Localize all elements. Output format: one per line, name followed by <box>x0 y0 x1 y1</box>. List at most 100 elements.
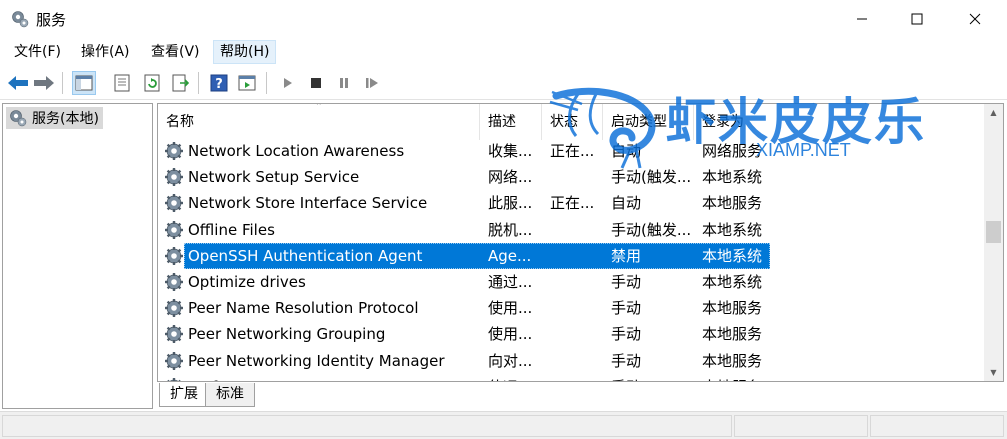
show-tree-icon <box>75 75 93 91</box>
maximize-icon <box>911 13 923 25</box>
column-status[interactable]: 状态 <box>542 104 603 140</box>
status-segment-main <box>2 415 732 437</box>
help-icon: ? <box>210 74 228 92</box>
cell-status <box>542 348 603 374</box>
status-bar <box>0 411 1007 439</box>
service-gear-icon <box>165 142 183 160</box>
status-segment-2 <box>734 415 868 437</box>
services-gear-icon <box>10 110 27 127</box>
cell-startup: 手动(触发... <box>611 168 692 187</box>
cell-status <box>542 295 603 321</box>
cell-name: Offline Files <box>188 220 275 239</box>
title-bar: 服务 <box>0 0 1007 38</box>
cell-status <box>542 321 603 347</box>
refresh-button[interactable] <box>140 71 164 95</box>
export-list-button[interactable] <box>168 71 192 95</box>
table-row[interactable]: Performance Counter DLL Host使远... 手动本地服务 <box>158 374 984 381</box>
service-gear-icon <box>165 351 183 370</box>
export-list-icon <box>172 74 189 92</box>
cell-name: Network Store Interface Service <box>188 194 428 213</box>
cell-name: OpenSSH Authentication Agent <box>188 246 423 265</box>
table-row[interactable]: OpenSSH Authentication Agent Age... 禁用 本地系统 <box>158 242 984 269</box>
menu-help[interactable]: 帮助(H) <box>213 40 277 64</box>
start-service-icon <box>284 78 292 88</box>
cell-status <box>542 374 603 381</box>
table-row[interactable]: Network Setup Service 网络... 手动(触发... 本地系统 <box>158 164 984 190</box>
action-pane-button[interactable] <box>235 71 259 95</box>
cell-name: Performance Counter DLL Host <box>184 374 480 381</box>
tree-item-services-local[interactable]: 服务(本地) <box>6 107 103 129</box>
restart-service-icon <box>366 78 378 88</box>
stop-service-button[interactable] <box>304 71 328 95</box>
cell-logon: 本地服务 <box>702 325 763 344</box>
table-row[interactable]: Peer Networking Grouping 使用... 手动 本地服务 <box>158 321 984 347</box>
properties-button[interactable] <box>110 71 134 95</box>
cell-name: Peer Networking Identity Manager <box>188 351 445 370</box>
scroll-up-button[interactable]: ▲ <box>984 104 1003 121</box>
cell-logon: 本地服务 <box>702 194 763 213</box>
service-gear-icon <box>165 273 183 291</box>
tab-standard[interactable]: 标准 <box>205 383 255 407</box>
pause-service-icon <box>340 78 348 88</box>
cell-desc: 网络... <box>488 168 533 187</box>
cell-desc: Age... <box>488 246 532 265</box>
action-pane-icon <box>238 75 256 91</box>
table-row[interactable]: Offline Files 脱机... 手动(触发... 本地系统 <box>158 217 984 243</box>
cell-status <box>542 217 603 243</box>
cell-startup: 手动 <box>603 374 694 381</box>
minimize-button[interactable] <box>839 0 885 38</box>
close-button[interactable] <box>952 0 998 38</box>
cell-desc: 使远... <box>480 374 542 381</box>
cell-logon: 本地系统 <box>702 246 763 265</box>
column-description[interactable]: 描述 <box>480 104 542 140</box>
back-button[interactable] <box>6 71 30 95</box>
cell-desc: 收集... <box>488 142 533 160</box>
service-gear-icon <box>165 246 183 265</box>
close-icon <box>969 13 981 25</box>
cell-desc: 向对... <box>488 351 533 370</box>
column-header: ⌃ 名称 描述 状态 启动类型 登录为 <box>158 104 984 140</box>
back-arrow-icon <box>8 76 28 90</box>
pause-service-button[interactable] <box>332 71 356 95</box>
scroll-down-button[interactable]: ▼ <box>984 364 1003 381</box>
cell-status: 正在... <box>550 194 595 213</box>
cell-desc: 通过... <box>488 273 533 291</box>
properties-icon <box>114 74 130 92</box>
scroll-thumb[interactable] <box>986 221 1001 243</box>
maximize-button[interactable] <box>894 0 940 38</box>
column-logon-as[interactable]: 登录为 <box>694 104 984 140</box>
cell-startup: 禁用 <box>611 246 642 265</box>
menu-file[interactable]: 文件(F) <box>8 40 67 64</box>
table-row[interactable]: Network Store Interface Service 此服... 正在..… <box>158 190 984 216</box>
cell-startup: 手动(触发... <box>611 220 692 239</box>
cell-status <box>542 164 603 190</box>
toolbar: ? <box>0 66 1007 100</box>
show-tree-button[interactable] <box>72 71 96 95</box>
forward-button[interactable] <box>32 71 56 95</box>
forward-arrow-icon <box>34 76 54 90</box>
start-service-button[interactable] <box>276 71 300 95</box>
service-gear-icon <box>165 194 183 213</box>
tab-extended[interactable]: 扩展 <box>159 383 209 407</box>
table-row[interactable]: Optimize drives 通过... 手动 本地系统 <box>158 269 984 295</box>
cell-desc: 使用... <box>488 299 533 318</box>
table-row[interactable]: Network Location Awareness 收集... 正在... 自动 网络… <box>158 138 984 164</box>
service-gear-icon <box>166 377 182 381</box>
table-row[interactable]: Peer Name Resolution Protocol 使用... 手动 本地服务 <box>158 295 984 321</box>
menu-view[interactable]: 查看(V) <box>145 40 206 64</box>
help-button[interactable]: ? <box>207 71 231 95</box>
table-row[interactable]: Peer Networking Identity Manager 向对... 手动 本… <box>158 348 984 374</box>
vertical-scrollbar[interactable]: ▲ ▼ <box>984 104 1003 381</box>
restart-service-button[interactable] <box>360 71 384 95</box>
menu-action[interactable]: 操作(A) <box>75 40 136 64</box>
status-segment-3 <box>870 415 1004 437</box>
column-startup-type[interactable]: 启动类型 <box>603 104 694 140</box>
cell-logon: 本地服务 <box>694 374 784 381</box>
cell-startup: 自动 <box>611 194 642 213</box>
cell-startup: 手动 <box>611 325 642 344</box>
svg-text:?: ? <box>215 77 223 92</box>
cell-name: Peer Name Resolution Protocol <box>188 299 419 318</box>
column-name[interactable]: 名称 <box>158 104 480 140</box>
tree-pane: 服务(本地) <box>2 103 153 409</box>
cell-startup: 自动 <box>611 142 642 160</box>
